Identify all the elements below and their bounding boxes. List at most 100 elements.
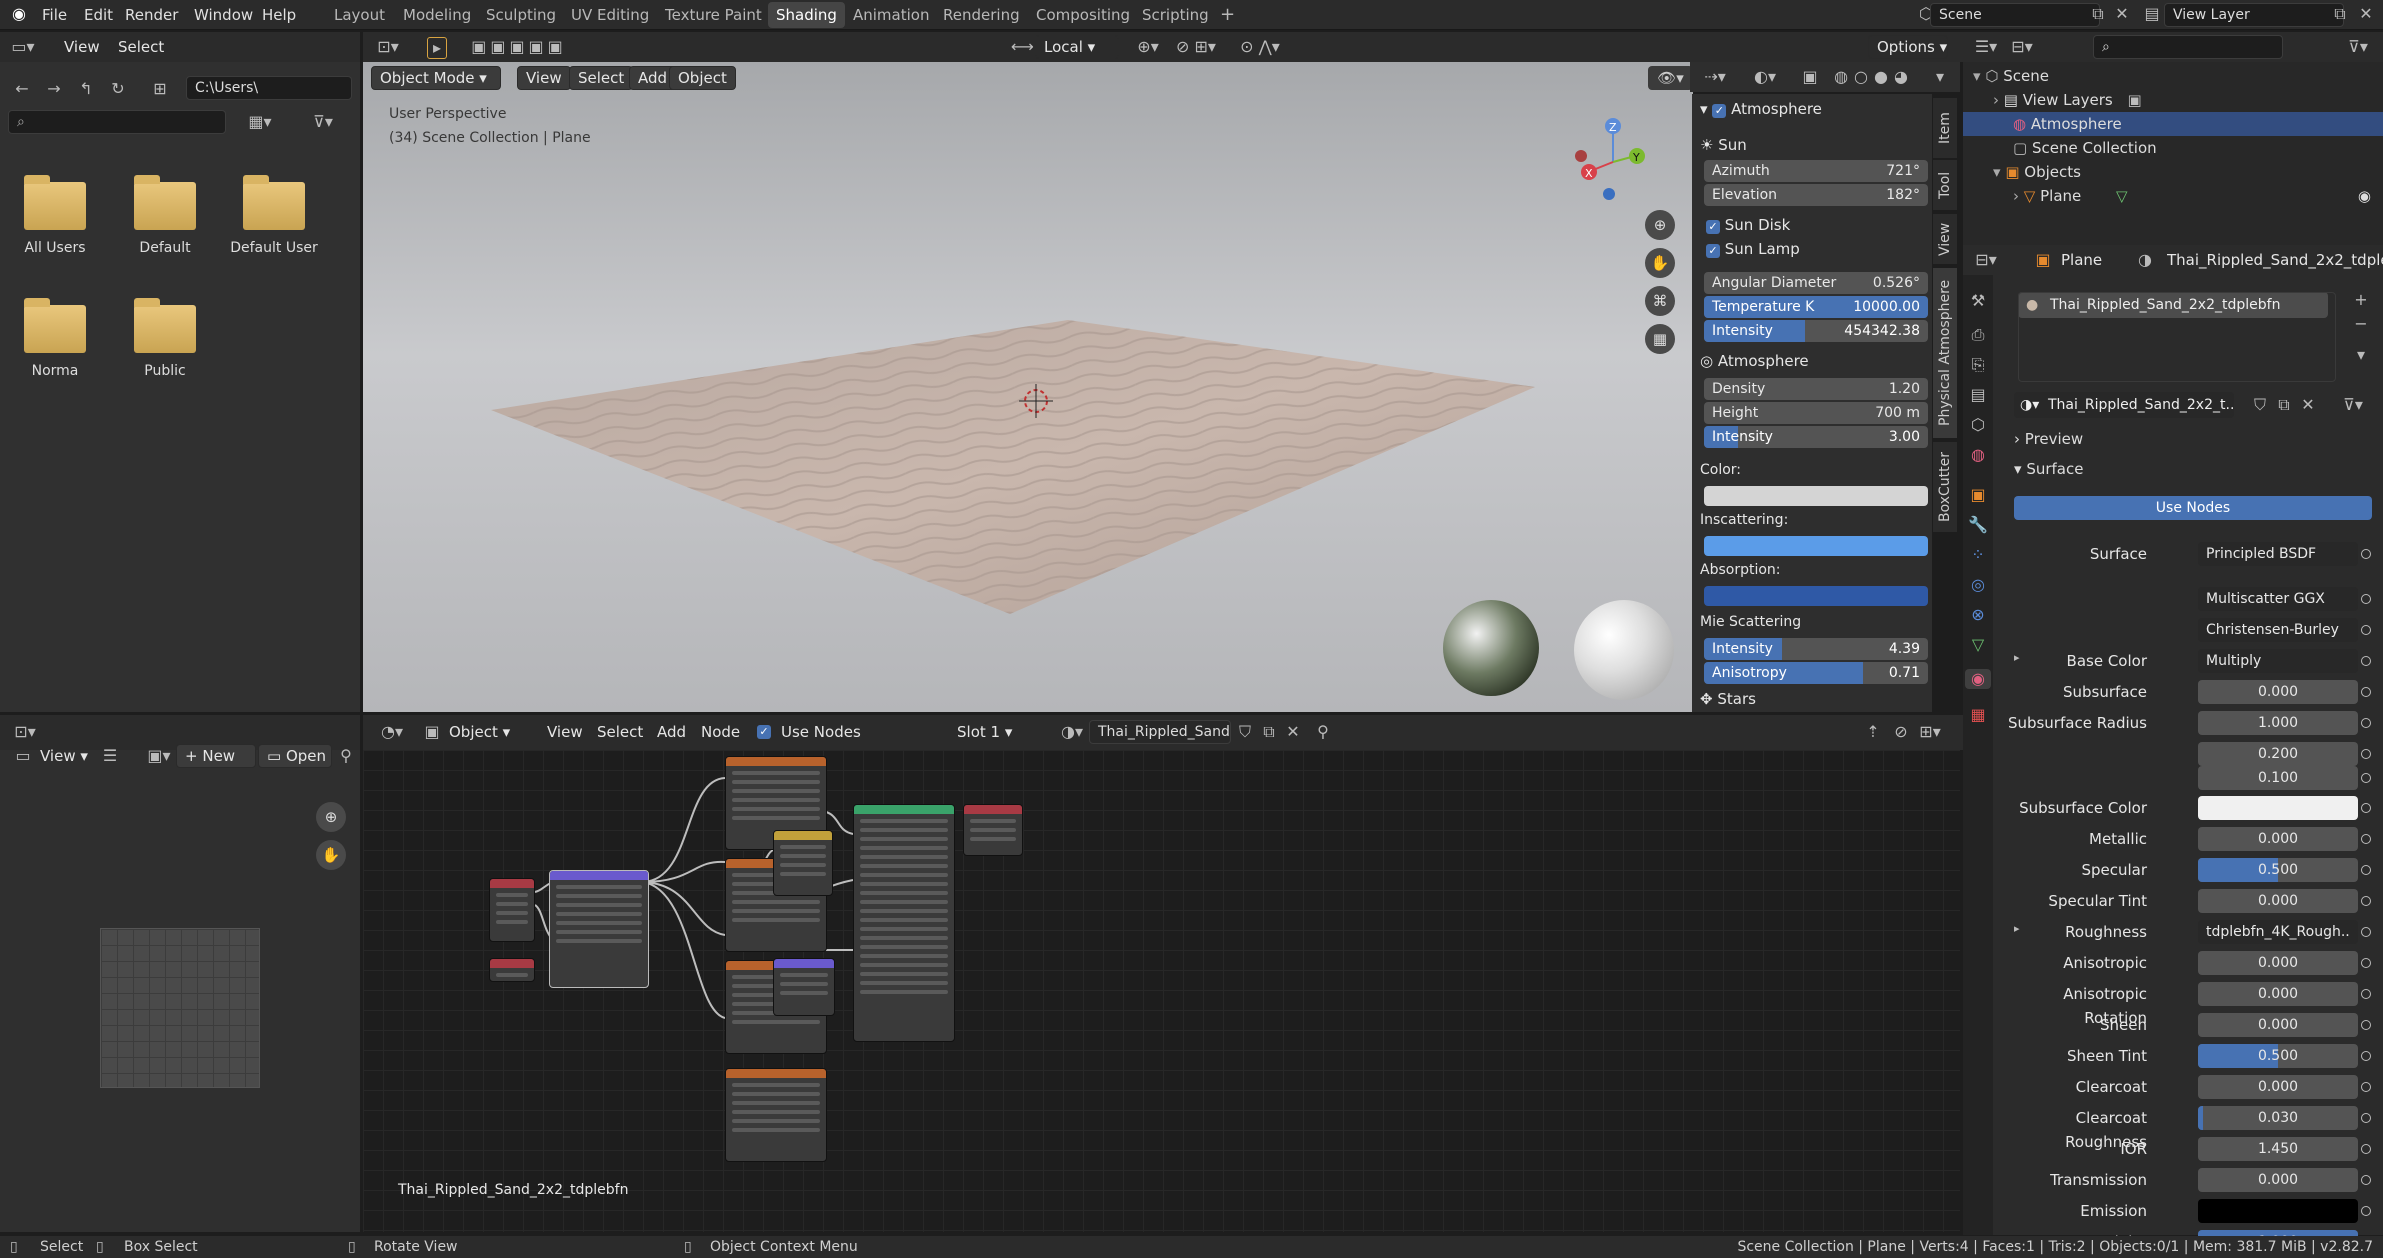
3d-viewport[interactable]: Object Mode ▾ View Select Add Object 👁▾ … xyxy=(363,62,1693,712)
ortho-toggle-icon[interactable]: ▦ xyxy=(1645,324,1675,354)
gizmo-toggle-icon[interactable]: ⇢▾ xyxy=(1698,67,1732,87)
height-field[interactable]: Height 700 m xyxy=(1704,402,1928,424)
transmission-field[interactable]: 0.000 xyxy=(2198,1168,2358,1192)
image-texture-node-normal[interactable] xyxy=(725,1068,827,1162)
tab-boxcutter[interactable]: BoxCutter xyxy=(1933,442,1957,532)
ior-field[interactable]: 1.450 xyxy=(2198,1137,2358,1161)
sun-lamp-checkbox[interactable]: ✓ Sun Lamp xyxy=(1706,240,1800,258)
new-image-button[interactable]: + New xyxy=(176,744,256,768)
atmos-intensity-slider[interactable]: Intensity 3.00 xyxy=(1704,426,1928,448)
select-mode-icons[interactable]: ▣▣▣▣▣ xyxy=(471,37,567,57)
path-field[interactable]: C:\Users\ xyxy=(186,76,352,100)
delete-scene-icon[interactable]: ✕ xyxy=(2112,4,2132,24)
outliner-row-objects[interactable]: ▾ ▣ Objects xyxy=(1963,160,2383,184)
keyframe-dot-icon[interactable] xyxy=(2361,625,2371,635)
scene-tab-icon[interactable]: ⬡ xyxy=(1967,415,1989,435)
new-scene-icon[interactable]: ⧉ xyxy=(2088,4,2108,24)
elevation-field[interactable]: Elevation 182° xyxy=(1704,184,1928,206)
anisotropic-field[interactable]: 0.000 xyxy=(2198,951,2358,975)
back-icon[interactable]: ← xyxy=(12,79,32,99)
node-menu-add[interactable]: Add xyxy=(657,720,686,744)
sheen-field[interactable]: 0.000 xyxy=(2198,1013,2358,1037)
base-color-dropdown[interactable]: Multiply xyxy=(2198,649,2358,673)
data-tab-icon[interactable]: ▽ xyxy=(1967,635,1989,655)
duplicate-material-icon[interactable]: ⧉ xyxy=(1259,722,1279,742)
world-tab-icon[interactable]: ◍ xyxy=(1967,445,1989,465)
slot-menu-icon[interactable]: ▾ xyxy=(2350,345,2372,365)
tab-texture-paint[interactable]: Texture Paint xyxy=(657,2,770,28)
eye-icon[interactable]: ◉ xyxy=(2358,184,2371,208)
blender-logo-icon[interactable]: ◉ xyxy=(8,4,30,24)
subsurface-field[interactable]: 0.000 xyxy=(2198,680,2358,704)
value-field[interactable]: 0.200 xyxy=(2198,742,2358,766)
tab-animation[interactable]: Animation xyxy=(845,2,937,28)
outliner-row-atmosphere[interactable]: ◍ Atmosphere xyxy=(1963,112,2383,136)
output-tab-icon[interactable]: ⎘ xyxy=(1967,355,1989,375)
open-image-button[interactable]: ▭ Open xyxy=(258,744,332,768)
fake-user-icon[interactable]: ⛉ xyxy=(1235,722,1255,742)
unlink-material-icon[interactable]: ✕ xyxy=(1283,722,1303,742)
outliner-row-view-layers[interactable]: › ▤ View Layers ▣ xyxy=(1963,88,2383,112)
render-tab-icon[interactable]: ⎙ xyxy=(1967,325,1989,345)
atmosphere-enable-checkbox[interactable]: ✓ xyxy=(1712,104,1727,118)
pin-icon[interactable]: ⚲ xyxy=(336,746,356,766)
keyframe-dot-icon[interactable] xyxy=(2361,896,2371,906)
sun-disk-checkbox[interactable]: ✓ Sun Disk xyxy=(1706,216,1790,234)
xray-icon[interactable]: ▣ xyxy=(1800,67,1820,87)
node-menu-node[interactable]: Node xyxy=(701,720,740,744)
remove-slot-icon[interactable]: − xyxy=(2350,314,2372,334)
use-nodes-checkbox[interactable]: ✓ xyxy=(757,725,771,739)
menu-hamburger-icon[interactable]: ☰ xyxy=(98,746,122,766)
display-mode-icon[interactable]: ▦▾ xyxy=(240,112,280,132)
keyframe-dot-icon[interactable] xyxy=(2361,989,2371,999)
display-mode-icon[interactable]: ⊟▾ xyxy=(2007,37,2037,57)
menu-render[interactable]: Render xyxy=(125,2,178,28)
mie-intensity-slider[interactable]: Intensity 4.39 xyxy=(1704,638,1928,660)
editor-type-icon[interactable]: ⊡▾ xyxy=(373,37,403,57)
surface-panel-header[interactable]: ▾ Surface xyxy=(2014,460,2083,478)
outliner-row-plane[interactable]: › ▽ Plane ▽ ◉ xyxy=(1963,184,2383,208)
fb-menu-view[interactable]: View xyxy=(64,35,100,59)
keyframe-dot-icon[interactable] xyxy=(2361,803,2371,813)
editor-type-icon[interactable]: ☰▾ xyxy=(1971,37,2001,57)
tab-scripting[interactable]: Scripting xyxy=(1134,2,1217,28)
pan-hand-icon[interactable]: ✋ xyxy=(316,840,346,870)
folder-default-user[interactable]: Default User xyxy=(218,175,330,256)
image-editor-mode-icon[interactable]: ▭ xyxy=(10,746,36,766)
zoom-icon[interactable]: ⊕ xyxy=(1645,210,1675,240)
navigation-gizmo[interactable]: Z Y X xyxy=(1573,110,1653,220)
keyframe-dot-icon[interactable] xyxy=(2361,1082,2371,1092)
normal-map-node[interactable] xyxy=(773,958,835,1016)
tab-compositing[interactable]: Compositing xyxy=(1028,2,1138,28)
atmosphere-header[interactable]: ▾ ✓ Atmosphere xyxy=(1700,100,1822,118)
forward-icon[interactable]: → xyxy=(44,79,64,99)
keyframe-dot-icon[interactable] xyxy=(2361,865,2371,875)
camera-view-icon[interactable]: ⌘ xyxy=(1645,286,1675,316)
filter-icon[interactable]: ⊽▾ xyxy=(300,112,346,132)
constraints-tab-icon[interactable]: ⊗ xyxy=(1967,605,1989,625)
particles-tab-icon[interactable]: ⁘ xyxy=(1967,545,1989,565)
absorption-swatch[interactable] xyxy=(1704,586,1928,606)
editor-type-icon[interactable]: ⊟▾ xyxy=(1971,250,2001,270)
texture-coordinate-node[interactable] xyxy=(489,878,535,942)
anisotropy-slider[interactable]: Anisotropy 0.71 xyxy=(1704,662,1928,684)
folder-public[interactable]: Public xyxy=(110,298,220,379)
menu-window[interactable]: Window xyxy=(194,2,253,28)
tab-tool[interactable]: Tool xyxy=(1933,160,1957,210)
menu-edit[interactable]: Edit xyxy=(84,2,113,28)
tab-uv-editing[interactable]: UV Editing xyxy=(563,2,657,28)
filter-icon[interactable]: ⊽▾ xyxy=(2343,37,2373,57)
value-dropdown[interactable]: Multiscatter GGX xyxy=(2198,587,2358,611)
keyframe-dot-icon[interactable] xyxy=(2361,594,2371,604)
node-menu-select[interactable]: Select xyxy=(597,720,643,744)
image-menu-view[interactable]: View ▾ xyxy=(40,744,88,768)
delete-view-layer-icon[interactable]: ✕ xyxy=(2356,4,2376,24)
menu-help[interactable]: Help xyxy=(262,2,296,28)
expand-icon[interactable]: ▸ xyxy=(2014,651,2020,664)
keyframe-dot-icon[interactable] xyxy=(2361,718,2371,728)
tab-layout[interactable]: Layout xyxy=(326,2,393,28)
select-tool-icon[interactable]: ▸ xyxy=(427,37,447,59)
clearcoat-roughness-field[interactable]: 0.030 xyxy=(2198,1106,2358,1130)
color-swatch[interactable] xyxy=(1704,486,1928,506)
clearcoat-field[interactable]: 0.000 xyxy=(2198,1075,2358,1099)
